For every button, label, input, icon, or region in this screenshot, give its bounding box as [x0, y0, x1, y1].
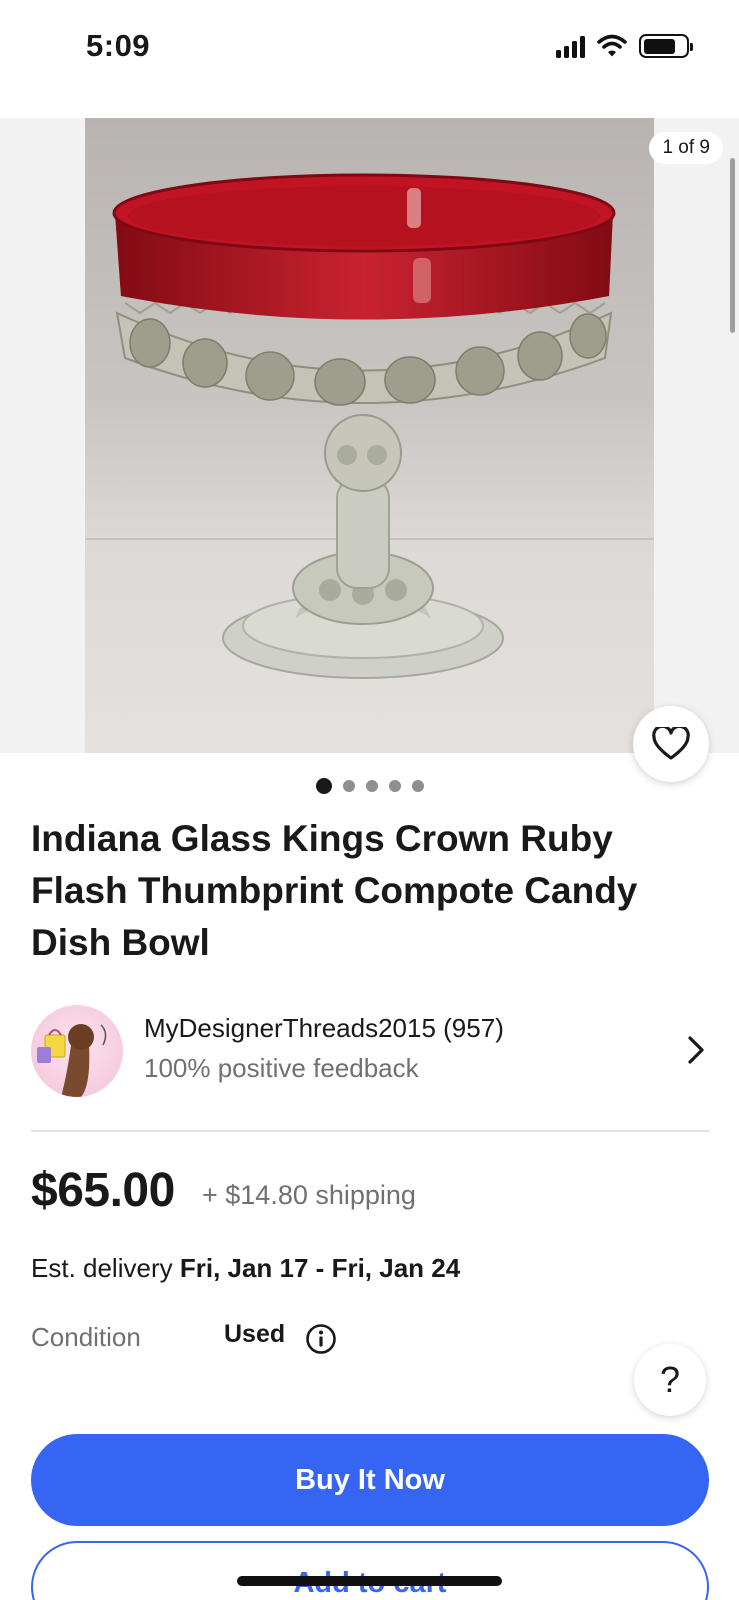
seller-name[interactable]: MyDesignerThreads2015 (957)	[144, 1013, 504, 1044]
chevron-right-icon[interactable]	[687, 1035, 705, 1065]
item-price: $65.00	[31, 1164, 175, 1217]
divider	[31, 1130, 709, 1132]
pagination-dot[interactable]	[342, 780, 355, 792]
info-icon[interactable]	[305, 1323, 337, 1355]
gallery-pagination-dots	[0, 778, 739, 794]
watch-button[interactable]	[633, 706, 709, 782]
condition-value: Used	[224, 1320, 286, 1348]
condition-label: Condition	[31, 1322, 141, 1352]
buy-it-now-button[interactable]: Buy It Now	[31, 1434, 709, 1526]
estimated-delivery: Est. delivery Fri, Jan 17 - Fri, Jan 24	[31, 1253, 460, 1284]
avatar-illustration	[37, 1024, 107, 1097]
add-to-cart-button[interactable]: Add to cart	[31, 1541, 709, 1600]
gallery-scrollbar	[730, 158, 735, 333]
screen: 5:09 1 of 9 Indiana Glass Kings Crown Ru…	[0, 0, 739, 1600]
photo-counter: 1 of 9	[649, 132, 723, 164]
delivery-label: Est. delivery	[31, 1253, 173, 1283]
status-bar: 5:09	[0, 0, 739, 100]
seller-avatar	[31, 1005, 123, 1097]
battery-icon	[639, 34, 693, 58]
image-gallery[interactable]: 1 of 9	[0, 118, 739, 753]
heart-outline-icon	[652, 727, 690, 760]
delivery-dates: Fri, Jan 17 - Fri, Jan 24	[179, 1253, 461, 1283]
shipping-cost: + $14.80 shipping	[202, 1180, 416, 1210]
pagination-dot[interactable]	[411, 780, 424, 792]
wifi-icon	[597, 34, 627, 57]
home-indicator[interactable]	[237, 1576, 502, 1586]
status-time: 5:09	[86, 28, 151, 63]
seller-feedback: 100% positive feedback	[144, 1053, 419, 1083]
status-icons	[556, 34, 693, 58]
seller-row[interactable]: MyDesignerThreads2015 (957) 100% positiv…	[31, 1005, 709, 1100]
pagination-dot-active[interactable]	[315, 778, 332, 794]
cellular-signal-icon	[556, 34, 585, 58]
help-button[interactable]: ?	[634, 1344, 706, 1416]
pagination-dot[interactable]	[365, 780, 378, 792]
product-photo[interactable]	[85, 118, 654, 753]
pagination-dot[interactable]	[388, 780, 401, 792]
compote-illustration	[112, 173, 616, 679]
item-title: Indiana Glass Kings Crown Ruby Flash Thu…	[31, 818, 638, 963]
